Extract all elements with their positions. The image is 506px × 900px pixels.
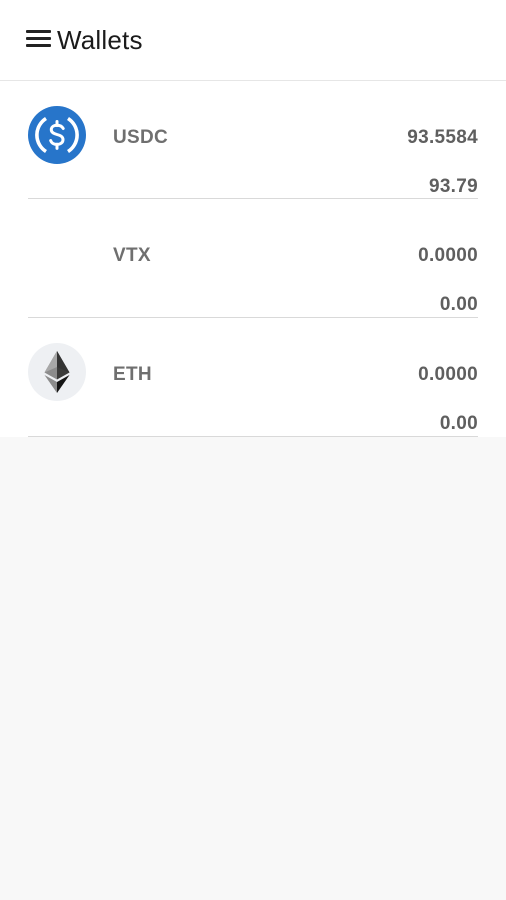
usdc-coin-icon (28, 106, 86, 164)
app-bar: Wallets (0, 0, 506, 81)
page-title: Wallets (57, 25, 143, 55)
wallet-fiat-value: 0.00 (439, 294, 478, 315)
ethereum-icon (28, 343, 86, 401)
wallet-balance: 0.0000 (418, 364, 478, 385)
wallet-row-eth[interactable]: ETH 0.0000 0.00 (28, 318, 478, 437)
wallet-fiat-value: 0.00 (439, 413, 478, 434)
wallet-balance: 0.0000 (418, 245, 478, 266)
wallet-row-vtx[interactable]: VTX 0.0000 0.00 (28, 199, 478, 318)
wallet-symbol: ETH (113, 364, 152, 385)
wallet-list: USDC 93.5584 93.79 VTX 0.0000 0.00 ETH 0… (0, 81, 506, 437)
wallet-symbol: VTX (113, 245, 151, 266)
wallet-balance: 93.5584 (407, 127, 478, 148)
hamburger-menu-icon[interactable] (26, 28, 52, 50)
wallet-row-usdc[interactable]: USDC 93.5584 93.79 (28, 81, 478, 199)
wallet-symbol: USDC (113, 127, 169, 148)
wallet-fiat-value: 93.79 (428, 176, 478, 197)
wallets-screen: Wallets USDC 93.5584 93.79 VTX 0.0000 0.… (0, 0, 506, 900)
